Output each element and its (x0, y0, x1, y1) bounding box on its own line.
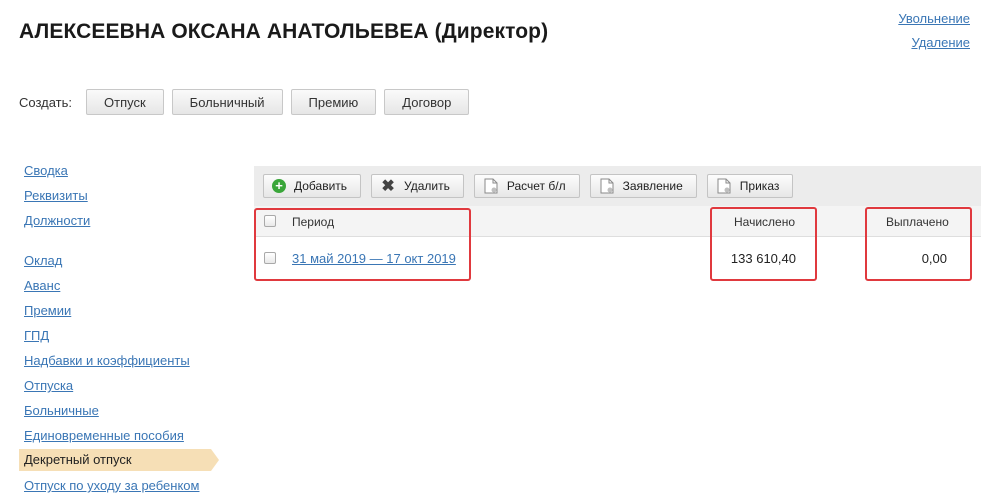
delete-button[interactable]: ✖ Удалить (371, 174, 464, 198)
maternity-leave-panel: + Добавить ✖ Удалить Расчет б/л Заявлени… (254, 166, 981, 280)
table-toolbar: + Добавить ✖ Удалить Расчет б/л Заявлени… (254, 166, 981, 206)
paid-value: 0,00 (921, 251, 947, 266)
accrued-value: 133 610,40 (730, 251, 796, 266)
sidebar-item-bonuses[interactable]: Премии (19, 298, 219, 323)
add-button-label: Добавить (294, 179, 348, 193)
top-links: Увольнение Удаление (898, 7, 970, 55)
document-icon (599, 178, 615, 194)
sick-leave-calc-label: Расчет б/л (506, 179, 566, 193)
page-title: АЛЕКСЕЕВНА ОКСАНА АНАТОЛЬЕВЕА (Директор) (19, 20, 549, 43)
table-row: 31 май 2019 — 17 окт 2019 133 610,40 0,0… (254, 237, 981, 280)
column-header-accrued[interactable]: Начислено (734, 215, 795, 229)
sidebar-item-maternity-leave[interactable]: Декретный отпуск (19, 449, 219, 471)
sick-leave-calc-button[interactable]: Расчет б/л (473, 174, 580, 198)
dismissal-link[interactable]: Увольнение (898, 7, 970, 31)
sidebar-item-childcare-leave[interactable]: Отпуск по уходу за ребенком (19, 473, 219, 498)
application-button[interactable]: Заявление (589, 174, 697, 198)
column-header-paid[interactable]: Выплачено (886, 215, 949, 229)
delete-button-label: Удалить (404, 179, 450, 193)
period-link[interactable]: 31 май 2019 — 17 окт 2019 (292, 251, 456, 266)
plus-icon: + (272, 178, 286, 193)
document-icon (483, 178, 499, 194)
sidebar-item-positions[interactable]: Должности (19, 208, 219, 233)
create-vacation-button[interactable]: Отпуск (86, 89, 164, 115)
row-checkbox[interactable] (264, 252, 276, 264)
create-contract-button[interactable]: Договор (384, 89, 470, 115)
delete-employee-link[interactable]: Удаление (898, 31, 970, 55)
create-bonus-button[interactable]: Премию (290, 89, 377, 115)
sidebar-item-gpd[interactable]: ГПД (19, 323, 219, 348)
column-header-period[interactable]: Период (292, 215, 334, 229)
sidebar-item-sick-leaves[interactable]: Больничные (19, 398, 219, 423)
close-icon: ✖ (381, 178, 395, 195)
order-button-label: Приказ (739, 179, 780, 193)
select-all-checkbox[interactable] (264, 215, 276, 227)
order-button[interactable]: Приказ (706, 174, 794, 198)
sidebar-item-lump-sum-benefits[interactable]: Единовременные пособия (19, 423, 219, 448)
sidebar-nav: Сводка Реквизиты Должности Оклад Аванс П… (19, 158, 219, 498)
sidebar-item-salary[interactable]: Оклад (19, 248, 219, 273)
create-sick-leave-button[interactable]: Больничный (171, 89, 283, 115)
table-header: Период Начислено Выплачено (254, 206, 981, 237)
add-button[interactable]: + Добавить (263, 174, 362, 198)
sidebar-item-summary[interactable]: Сводка (19, 158, 219, 183)
sidebar-item-advance[interactable]: Аванс (19, 273, 219, 298)
sidebar-item-vacations[interactable]: Отпуска (19, 373, 219, 398)
document-icon (716, 178, 732, 194)
sidebar-item-requisites[interactable]: Реквизиты (19, 183, 219, 208)
create-toolbar: Создать: Отпуск Больничный Премию Догово… (19, 89, 477, 115)
sidebar-item-allowances[interactable]: Надбавки и коэффициенты (19, 348, 219, 373)
application-button-label: Заявление (622, 179, 683, 193)
create-label: Создать: (19, 94, 73, 110)
